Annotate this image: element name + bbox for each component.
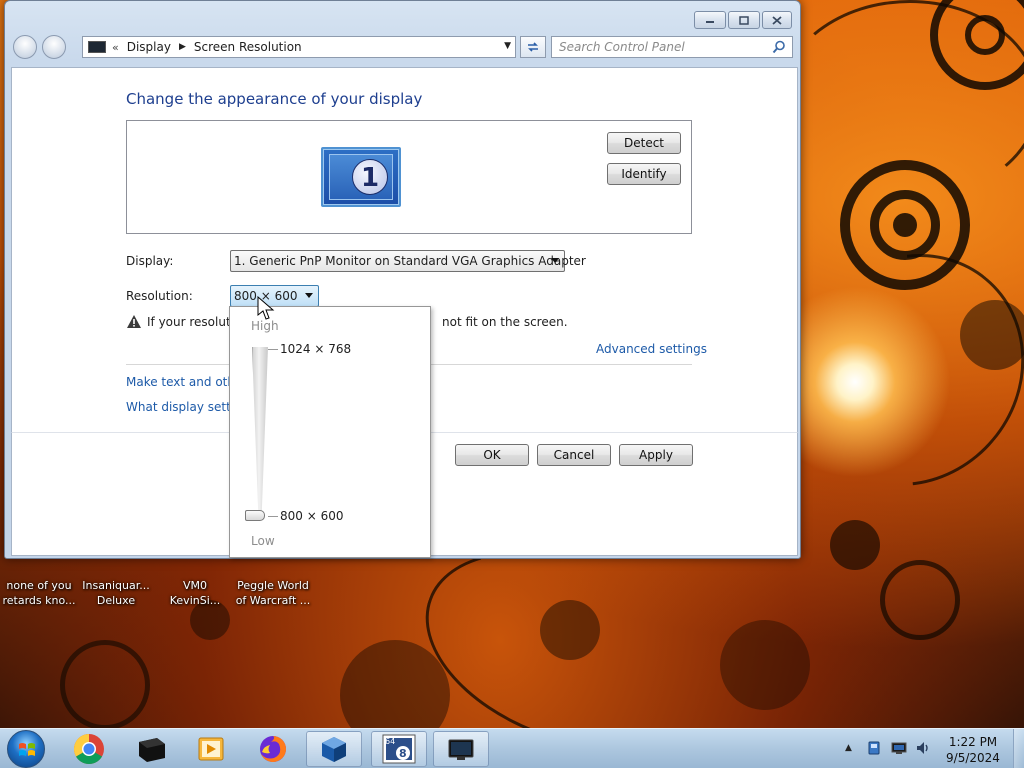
chevron-down-icon	[305, 293, 313, 298]
media-player-icon	[198, 737, 224, 761]
cancel-button[interactable]: Cancel	[537, 444, 611, 466]
breadcrumb-separator-icon[interactable]: ▶	[179, 42, 186, 52]
windows-logo-icon	[19, 743, 35, 756]
desktop-icon-shortcut[interactable]: none of you retards kno...	[1, 578, 77, 608]
desktop-icon-peggle[interactable]: Peggle World of Warcraft ...	[233, 578, 313, 608]
show-hidden-icons-button[interactable]: ▲	[845, 743, 852, 753]
breadcrumb-display[interactable]: Display	[127, 40, 171, 54]
display-settings-icon	[448, 739, 474, 760]
warning-icon	[127, 315, 141, 328]
installer-badge: 64	[385, 737, 395, 746]
desktop-icon-label: none of you	[6, 579, 72, 592]
display-select-value: 1. Generic PnP Monitor on Standard VGA G…	[234, 254, 586, 268]
detect-button[interactable]: Detect	[607, 132, 681, 154]
resolution-label: Resolution:	[126, 289, 193, 303]
desktop-icon-label: KevinSi...	[169, 594, 221, 607]
address-history-dropdown-icon[interactable]: ▼	[504, 41, 511, 51]
taskbar-virtualbox[interactable]	[306, 731, 362, 767]
taskbar-chrome[interactable]	[61, 731, 117, 767]
clock-date: 9/5/2024	[946, 751, 1000, 765]
volume-icon[interactable]	[915, 740, 931, 756]
desktop-icon-label: retards kno...	[2, 594, 76, 607]
monitor-panel: 1 Detect Identify	[126, 120, 692, 234]
warning-text-continued: not fit on the screen.	[442, 315, 568, 329]
desktop-icon-label: Peggle World	[237, 579, 309, 592]
minimize-button[interactable]	[694, 11, 726, 29]
taskbar-firefox[interactable]	[245, 731, 301, 767]
search-input[interactable]: Search Control Panel	[551, 36, 793, 58]
desktop-icon-vm[interactable]: VM0 KevinSi...	[157, 578, 233, 608]
taskbar-windows8-installer[interactable]: 64 8	[371, 731, 427, 767]
back-button[interactable]	[13, 35, 37, 59]
breadcrumb-screen-resolution[interactable]: Screen Resolution	[194, 40, 302, 54]
close-icon	[772, 15, 782, 25]
monitor-number: 1	[352, 159, 388, 195]
display-label: Display:	[126, 254, 174, 268]
forward-button[interactable]	[42, 35, 66, 59]
chrome-icon	[73, 734, 104, 765]
monitor-1-icon[interactable]: 1	[321, 147, 401, 207]
taskbar-media-player[interactable]	[183, 731, 239, 767]
network-icon[interactable]	[891, 740, 907, 756]
desktop-icon-game[interactable]: Insaniquar... Deluxe	[78, 578, 154, 608]
address-bar[interactable]: « Display ▶ Screen Resolution ▼	[82, 36, 516, 58]
desktop-icon-label: Insaniquar...	[82, 579, 150, 592]
resolution-dropdown: High 1024 × 768 800 × 600 Low	[229, 306, 431, 558]
warning-text: If your resolutio	[147, 315, 242, 329]
dark-box-icon	[139, 738, 165, 762]
tray-device-icon[interactable]	[866, 740, 882, 756]
advanced-settings-link[interactable]: Advanced settings	[596, 342, 707, 356]
mouse-cursor-icon	[257, 296, 275, 320]
display-select[interactable]: 1. Generic PnP Monitor on Standard VGA G…	[230, 250, 586, 272]
identify-button[interactable]: Identify	[607, 163, 681, 185]
control-panel-icon	[88, 41, 106, 53]
desktop-icon-label: of Warcraft ...	[235, 594, 311, 607]
resolution-slider-thumb[interactable]	[245, 510, 265, 521]
refresh-button[interactable]	[520, 36, 546, 58]
clock-time: 1:22 PM	[948, 735, 998, 749]
resolution-option[interactable]: 800 × 600	[280, 509, 344, 523]
close-button[interactable]	[762, 11, 792, 29]
taskbar-app-box[interactable]	[123, 731, 179, 767]
chevron-down-icon	[551, 258, 559, 263]
search-icon	[772, 40, 785, 54]
system-clock[interactable]: 1:22 PM 9/5/2024	[938, 734, 1008, 766]
firefox-icon	[260, 736, 286, 762]
ok-button[interactable]: OK	[455, 444, 529, 466]
virtualbox-icon	[322, 737, 346, 762]
slider-tick	[268, 516, 278, 517]
taskbar-display-settings[interactable]	[433, 731, 489, 767]
maximize-button[interactable]	[728, 11, 760, 29]
installer-badge-number: 8	[399, 747, 407, 760]
desktop-icon-label: Deluxe	[96, 594, 136, 607]
desktop-icon-label: VM0	[182, 579, 207, 592]
maximize-icon	[739, 15, 749, 25]
resolution-slider-track[interactable]	[252, 347, 268, 517]
taskbar: 64 8 ▲ 1:22 PM 9/5/2024	[0, 728, 1024, 768]
breadcrumb-overflow-icon[interactable]: «	[112, 41, 119, 54]
search-placeholder: Search Control Panel	[559, 40, 685, 54]
start-button[interactable]	[7, 730, 45, 768]
slider-tick	[268, 349, 278, 350]
resolution-option[interactable]: 1024 × 768	[280, 342, 351, 356]
windows8-installer-icon: 64 8	[382, 734, 416, 764]
page-title: Change the appearance of your display	[126, 90, 423, 108]
refresh-icon	[528, 42, 538, 52]
minimize-icon	[706, 21, 714, 23]
show-desktop-button[interactable]	[1013, 729, 1024, 768]
resolution-low-label: Low	[251, 534, 275, 548]
apply-button[interactable]: Apply	[619, 444, 693, 466]
